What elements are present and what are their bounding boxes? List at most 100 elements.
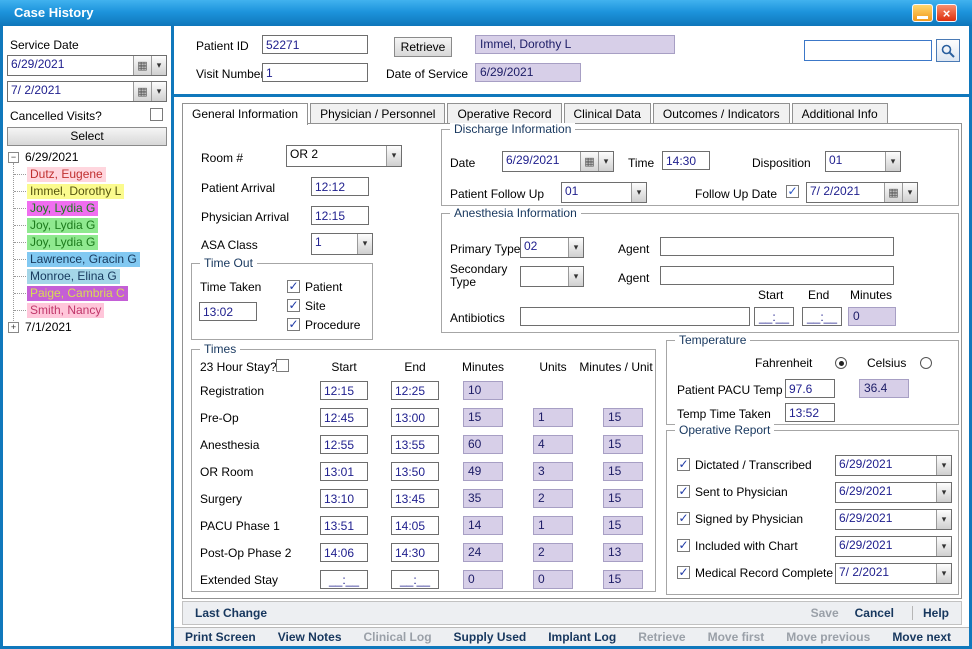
time-taken-field[interactable] [199, 302, 257, 321]
tree-node-label[interactable]: 6/29/2021 [25, 150, 78, 164]
timeout-site-checkbox[interactable] [287, 299, 300, 312]
report-date-select[interactable]: 6/29/2021 ▾ [835, 536, 952, 557]
physician-arrival-field[interactable] [311, 206, 369, 225]
start-time-field[interactable] [320, 381, 368, 400]
tree-node-date: − 6/29/2021 [8, 150, 78, 164]
start-time-field[interactable] [320, 543, 368, 562]
toolbar-implant-log[interactable]: Implant Log [537, 630, 627, 644]
expand-icon[interactable]: + [8, 322, 19, 333]
tree-item-patient[interactable]: Joy, Lydia G [27, 235, 98, 250]
timeout-patient-checkbox[interactable] [287, 280, 300, 293]
cancelled-visits-checkbox[interactable] [150, 108, 163, 121]
report-checkbox[interactable] [677, 485, 690, 498]
toolbar-print-screen[interactable]: Print Screen [174, 630, 267, 644]
search-button[interactable] [936, 39, 960, 62]
report-date-select[interactable]: 6/29/2021 ▾ [835, 455, 952, 476]
start-time-field[interactable] [320, 516, 368, 535]
end-time-field[interactable] [391, 408, 439, 427]
save-button[interactable]: Save [803, 606, 847, 620]
room-select[interactable]: OR 2 ▾ [286, 145, 402, 167]
tree-item-patient[interactable]: Monroe, Elina G [27, 269, 120, 284]
start-time-field[interactable] [320, 570, 368, 589]
tree-item-patient[interactable]: Dutz, Eugene [27, 167, 106, 182]
temp-time-field[interactable] [785, 403, 835, 422]
end-time-field[interactable] [391, 381, 439, 400]
follow-up-date-picker[interactable]: 7/ 2/2021 ▦ ▾ [806, 182, 918, 203]
report-checkbox[interactable] [677, 566, 690, 579]
tab-additional-info[interactable]: Additional Info [792, 103, 888, 123]
patient-search-input[interactable] [804, 40, 932, 61]
help-button[interactable]: Help [923, 606, 949, 620]
retrieve-button[interactable]: Retrieve [394, 37, 452, 57]
status-bar: Last Change Save Cancel Help [182, 601, 962, 625]
start-time-field[interactable] [320, 489, 368, 508]
cancel-button[interactable]: Cancel [847, 606, 902, 620]
tab-general-information[interactable]: General Information [182, 103, 308, 125]
discharge-time-field[interactable] [662, 151, 710, 170]
tab-operative-record[interactable]: Operative Record [447, 103, 561, 123]
tree-item-patient[interactable]: Smith, Nancy [27, 303, 104, 318]
select-button[interactable]: Select [7, 127, 167, 146]
report-checkbox[interactable] [677, 458, 690, 471]
toolbar-view-notes[interactable]: View Notes [267, 630, 353, 644]
toolbar-retrieve[interactable]: Retrieve [627, 630, 696, 644]
close-button[interactable]: × [936, 4, 957, 22]
agent-primary-field[interactable] [660, 237, 894, 256]
primary-type-select[interactable]: 02 ▾ [520, 237, 584, 258]
toolbar-move-previous[interactable]: Move previous [775, 630, 881, 644]
patient-follow-up-select[interactable]: 01 ▾ [561, 182, 647, 203]
collapse-icon[interactable]: − [8, 152, 19, 163]
antibiotic-start-field[interactable] [754, 307, 794, 326]
toolbar-move-last[interactable]: Move last [962, 630, 972, 644]
end-time-field[interactable] [391, 489, 439, 508]
hour23-checkbox[interactable] [276, 359, 289, 372]
patient-id-field[interactable] [262, 35, 368, 54]
report-checkbox[interactable] [677, 539, 690, 552]
tree-item-patient[interactable]: Paige, Cambria C [27, 286, 128, 301]
toolbar-supply-used[interactable]: Supply Used [443, 630, 538, 644]
discharge-date-picker[interactable]: 6/29/2021 ▦ ▾ [502, 151, 614, 172]
end-time-field[interactable] [391, 462, 439, 481]
visit-number-field[interactable] [262, 63, 368, 82]
antibiotic-end-field[interactable] [802, 307, 842, 326]
patient-arrival-field[interactable] [311, 177, 369, 196]
toolbar-clinical-log[interactable]: Clinical Log [353, 630, 443, 644]
tab-physician-personnel[interactable]: Physician / Personnel [310, 103, 445, 123]
tab-outcomes-indicators[interactable]: Outcomes / Indicators [653, 103, 790, 123]
report-date-select[interactable]: 7/ 2/2021 ▾ [835, 563, 952, 584]
start-time-field[interactable] [320, 408, 368, 427]
service-date-to-picker[interactable]: 7/ 2/2021 ▦ ▾ [7, 81, 167, 102]
toolbar-move-first[interactable]: Move first [697, 630, 776, 644]
celsius-radio[interactable] [920, 357, 932, 369]
end-time-field[interactable] [391, 570, 439, 589]
service-date-from-picker[interactable]: 6/29/2021 ▦ ▾ [7, 55, 167, 76]
tree-item-patient[interactable]: Joy, Lydia G [27, 218, 98, 233]
antibiotics-field[interactable] [520, 307, 750, 326]
disposition-select[interactable]: 01 ▾ [825, 151, 901, 172]
fahrenheit-radio[interactable] [835, 357, 847, 369]
hour23-label: 23 Hour Stay? [200, 360, 277, 374]
toolbar-move-next[interactable]: Move next [881, 630, 962, 644]
time-out-group: Time Out Time Taken Patient Site Procedu… [191, 263, 373, 340]
tree-node-label[interactable]: 7/1/2021 [25, 320, 72, 334]
asa-class-select[interactable]: 1 ▾ [311, 233, 373, 255]
timeout-procedure-checkbox[interactable] [287, 318, 300, 331]
pacu-temp-field[interactable] [785, 379, 835, 398]
report-date-select[interactable]: 6/29/2021 ▾ [835, 482, 952, 503]
units-display: 0 [533, 570, 573, 589]
end-time-field[interactable] [391, 543, 439, 562]
secondary-type-select[interactable]: ▾ [520, 266, 584, 287]
tree-item-patient[interactable]: Joy, Lydia G [27, 201, 98, 216]
tree-item-patient[interactable]: Immel, Dorothy L [27, 184, 124, 199]
start-time-field[interactable] [320, 435, 368, 454]
agent-secondary-field[interactable] [660, 266, 894, 285]
end-time-field[interactable] [391, 435, 439, 454]
end-time-field[interactable] [391, 516, 439, 535]
report-date-select[interactable]: 6/29/2021 ▾ [835, 509, 952, 530]
tree-item-patient[interactable]: Lawrence, Gracin G [27, 252, 140, 267]
follow-up-date-checkbox[interactable] [786, 185, 799, 198]
report-checkbox[interactable] [677, 512, 690, 525]
tab-clinical-data[interactable]: Clinical Data [564, 103, 651, 123]
minimize-button[interactable] [912, 4, 933, 22]
start-time-field[interactable] [320, 462, 368, 481]
